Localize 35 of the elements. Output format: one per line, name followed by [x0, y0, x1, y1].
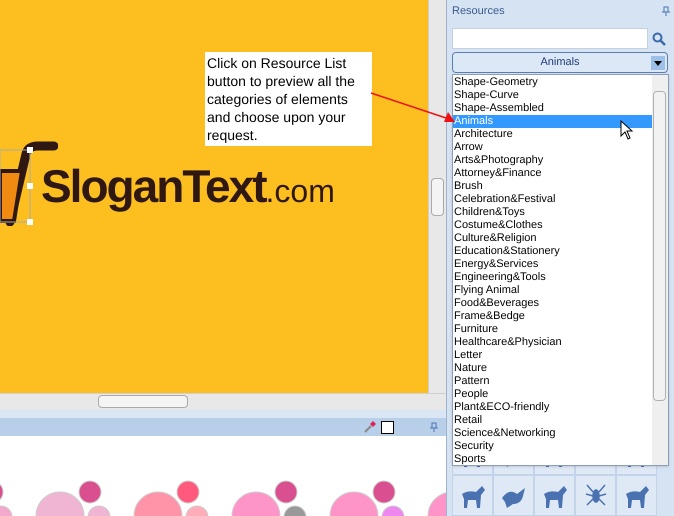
category-item[interactable]: Celebration&Festival: [453, 193, 652, 206]
category-item[interactable]: Security: [453, 440, 652, 453]
category-dropdown[interactable]: Animals: [452, 52, 668, 73]
category-item[interactable]: Nature: [453, 362, 652, 375]
category-item[interactable]: Science&Networking: [453, 427, 652, 440]
panel-title: Resources: [452, 4, 505, 19]
logo-suffix[interactable]: .com: [266, 171, 335, 211]
design-canvas[interactable]: Click on Resource List button to preview all the categories of elements and choose upon your request. SloganText.com: [0, 0, 428, 393]
category-item[interactable]: Food&Beverages: [453, 297, 652, 310]
category-item[interactable]: Education&Stationery: [453, 245, 652, 258]
category-item[interactable]: Letter: [453, 349, 652, 362]
category-item[interactable]: Energy&Services: [453, 258, 652, 271]
category-item[interactable]: Retail: [453, 414, 652, 427]
category-item[interactable]: Attorney&Finance: [453, 167, 652, 180]
category-item[interactable]: Children&Toys: [453, 206, 652, 219]
category-item[interactable]: Costume&Clothes: [453, 219, 652, 232]
category-item[interactable]: Plant&ECO-friendly: [453, 401, 652, 414]
category-item[interactable]: Arts&Photography: [453, 154, 652, 167]
category-item[interactable]: Brush: [453, 180, 652, 193]
category-item[interactable]: Shape-Curve: [453, 89, 652, 102]
category-item[interactable]: Shape-Assembled: [453, 102, 652, 115]
category-item[interactable]: Arrow: [453, 141, 652, 154]
category-item[interactable]: Pattern: [453, 375, 652, 388]
category-item[interactable]: Culture&Religion: [453, 232, 652, 245]
category-item[interactable]: Engineering&Tools: [453, 271, 652, 284]
category-item[interactable]: Frame&Bedge: [453, 310, 652, 323]
category-item[interactable]: Flying Animal: [453, 284, 652, 297]
category-item[interactable]: Architecture: [453, 128, 652, 141]
category-item[interactable]: People: [453, 388, 652, 401]
category-item[interactable]: Sports: [453, 453, 652, 466]
category-item[interactable]: Healthcare&Physician: [453, 336, 652, 349]
callout-text: Click on Resource List button to preview all the categories of elements and choose upon your request.: [205, 52, 372, 146]
logo-text[interactable]: SloganText: [41, 158, 266, 214]
category-item[interactable]: Shape-Geometry: [453, 76, 652, 89]
category-item[interactable]: Furniture: [453, 323, 652, 336]
